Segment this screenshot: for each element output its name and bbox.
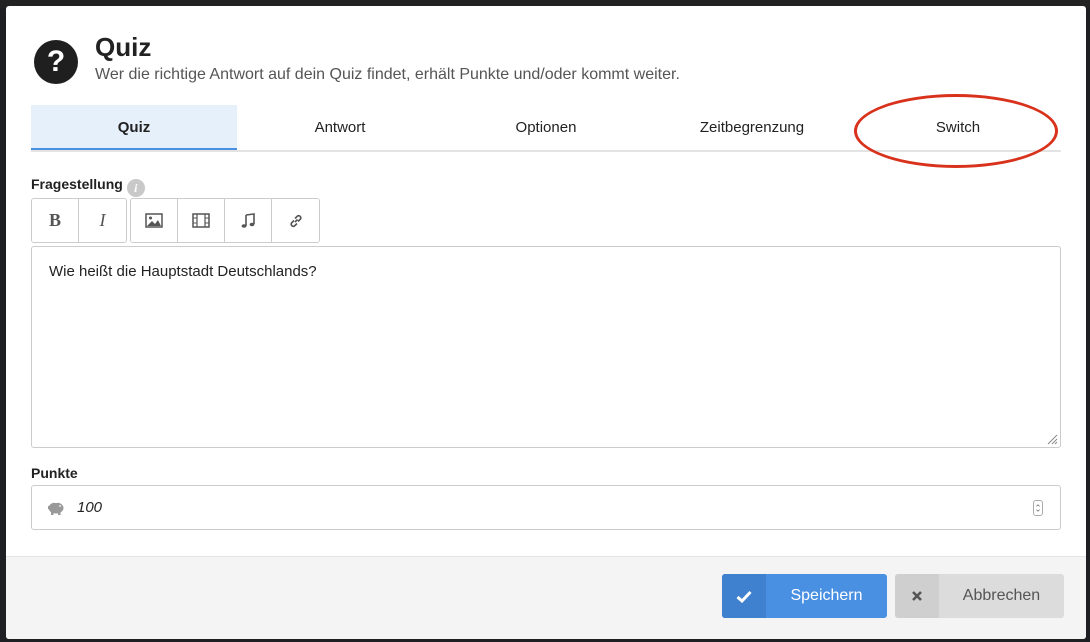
points-value: 100 — [77, 499, 103, 516]
points-label: Punkte — [31, 465, 78, 481]
tab-switch[interactable]: Switch — [855, 105, 1061, 150]
tab-optionen[interactable]: Optionen — [443, 105, 649, 150]
modal-header: ? Quiz Wer die richtige Antwort auf dein… — [6, 6, 1086, 106]
question-label: Fragestellung — [31, 176, 123, 192]
image-icon — [145, 213, 163, 228]
tab-quiz[interactable]: Quiz — [31, 105, 237, 150]
tab-antwort[interactable]: Antwort — [237, 105, 443, 150]
modal-subtitle: Wer die richtige Antwort auf dein Quiz f… — [95, 66, 680, 83]
question-textarea[interactable]: Wie heißt die Hauptstadt Deutschlands? — [31, 246, 1061, 448]
modal-title: Quiz — [95, 32, 152, 62]
resize-handle-icon[interactable] — [1046, 433, 1058, 445]
question-label-row: Fragestellung i — [31, 176, 145, 197]
cancel-button-label: Abbrechen — [962, 587, 1041, 604]
insert-image-button[interactable] — [131, 199, 178, 242]
points-input[interactable]: 100 — [31, 485, 1061, 530]
insert-link-button[interactable] — [272, 199, 319, 242]
save-button[interactable]: Speichern — [722, 574, 887, 618]
info-icon[interactable]: i — [126, 179, 145, 197]
italic-button[interactable]: I — [79, 199, 126, 242]
tab-bar: Quiz Antwort Optionen Zeitbegrenzung Swi… — [31, 105, 1061, 152]
film-icon — [192, 213, 210, 228]
quiz-modal: ? Quiz Wer die richtige Antwort auf dein… — [6, 6, 1086, 639]
format-group: B I — [31, 198, 127, 243]
link-icon — [289, 214, 302, 227]
editor-toolbar: B I — [31, 198, 320, 243]
checkmark-icon — [736, 590, 752, 603]
question-mark-icon: ? — [34, 40, 78, 84]
media-group — [130, 198, 320, 243]
cancel-button[interactable]: Abbrechen — [895, 574, 1064, 618]
insert-video-button[interactable] — [178, 199, 225, 242]
close-icon — [912, 591, 922, 601]
insert-audio-button[interactable] — [225, 199, 272, 242]
bold-button[interactable]: B — [32, 199, 79, 242]
music-icon — [241, 212, 255, 228]
modal-footer: Speichern Abbrechen — [6, 556, 1086, 639]
question-text: Wie heißt die Hauptstadt Deutschlands? — [49, 263, 317, 280]
tab-zeitbegrenzung[interactable]: Zeitbegrenzung — [649, 105, 855, 150]
save-button-label: Speichern — [790, 587, 863, 604]
piggy-bank-icon — [48, 502, 64, 515]
number-spinner-icon[interactable] — [1033, 500, 1043, 516]
